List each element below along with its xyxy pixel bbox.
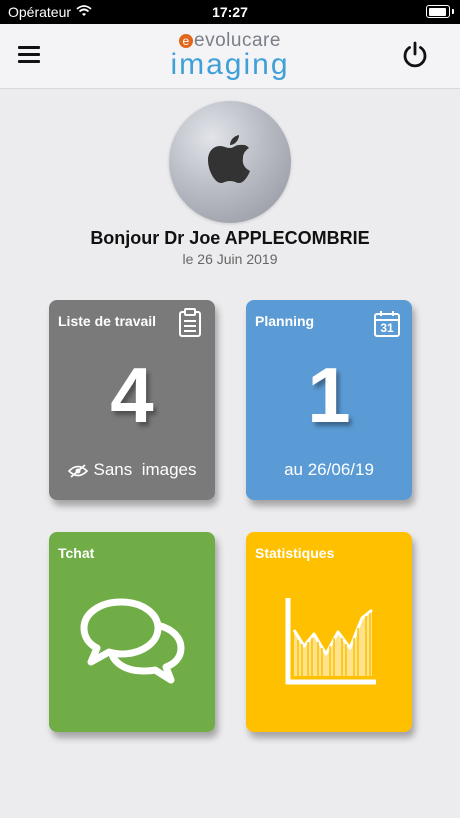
planning-footer: au 26/06/19 xyxy=(284,460,374,479)
chat-title: Tchat xyxy=(58,545,95,561)
chat-bubbles-icon xyxy=(80,598,185,684)
date-text: le 26 Juin 2019 xyxy=(182,251,278,267)
wifi-icon xyxy=(76,4,92,20)
greeting-text: Bonjour Dr Joe APPLECOMBRIE xyxy=(90,228,370,248)
worklist-title: Liste de travail xyxy=(58,313,157,329)
app-logo: e evolucare imaging xyxy=(0,30,460,81)
clipboard-icon xyxy=(179,308,201,337)
eye-slash-icon xyxy=(67,464,88,478)
logo-mark-icon: e xyxy=(179,34,194,48)
worklist-footer-text: Sans images xyxy=(93,460,197,479)
chat-tile[interactable]: Tchat xyxy=(49,532,215,732)
battery-icon xyxy=(426,5,454,18)
calendar-icon: 31 xyxy=(373,310,401,338)
planning-count: 1 xyxy=(307,351,351,439)
carrier-label: Opérateur xyxy=(8,4,72,20)
power-icon[interactable] xyxy=(400,40,430,70)
logo-bottom-text: imaging xyxy=(170,48,290,81)
area-chart-icon xyxy=(285,598,376,685)
nav-bar: e evolucare imaging xyxy=(0,24,460,89)
avatar xyxy=(169,101,291,223)
status-bar: Opérateur 17:27 xyxy=(0,0,460,24)
planning-title: Planning xyxy=(255,313,315,329)
stats-tile[interactable]: Statistiques xyxy=(246,532,412,732)
planning-tile[interactable]: Planning 31 1 au 26/06/19 xyxy=(246,300,412,500)
worklist-footer: Sans images xyxy=(49,460,215,480)
calendar-day: 31 xyxy=(380,321,394,335)
stats-title: Statistiques xyxy=(255,545,335,561)
worklist-count: 4 xyxy=(110,351,154,439)
apple-logo-icon xyxy=(208,135,250,183)
worklist-tile[interactable]: Liste de travail 4 Sans images xyxy=(49,300,215,500)
